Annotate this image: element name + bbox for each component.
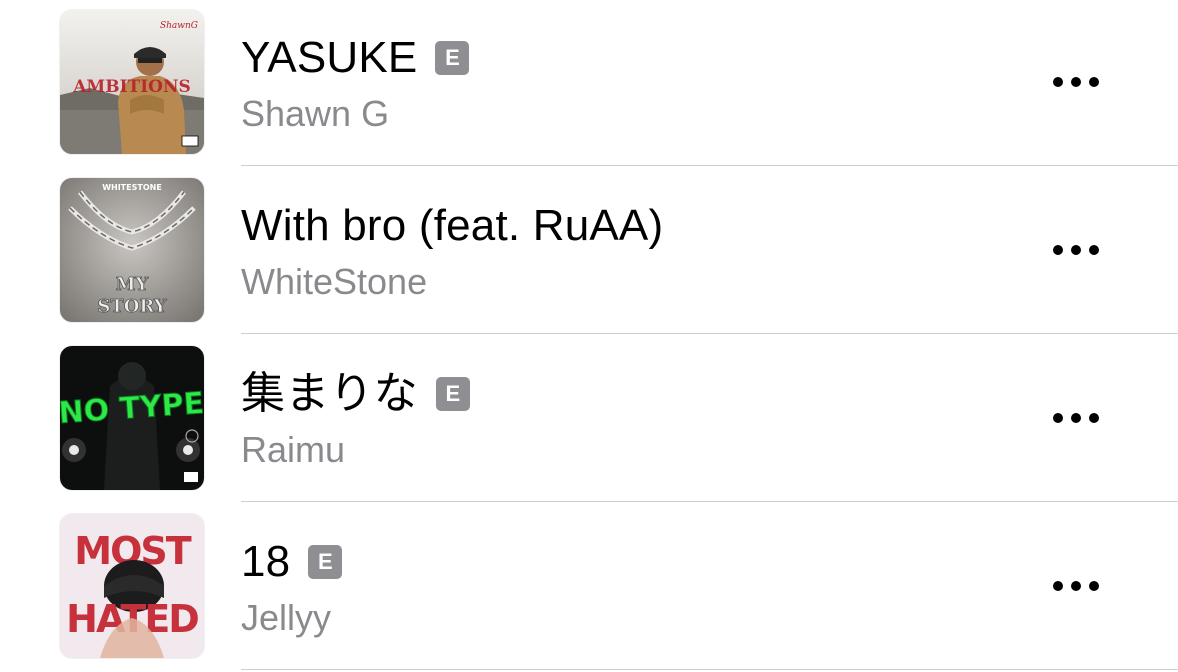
row-separator	[241, 333, 1178, 334]
track-artist: Raimu	[241, 429, 346, 470]
track-row[interactable]: MOST HATED 18 E Jellyy	[0, 504, 1178, 672]
track-row[interactable]: WHITESTONE MY STORY With bro (feat. RuAA…	[0, 168, 1178, 336]
row-separator	[241, 501, 1178, 502]
track-title: With bro (feat. RuAA)	[241, 201, 664, 250]
svg-text:ShawnG: ShawnG	[160, 21, 198, 31]
track-title: 集まりな	[241, 369, 418, 418]
album-art-my-story[interactable]: WHITESTONE MY STORY	[60, 178, 204, 322]
track-title: 18	[241, 537, 291, 586]
track-row[interactable]: NO TYPE 集まりな E Raimu	[0, 336, 1178, 504]
track-row[interactable]: AMBITIONS ShawnG YASUKE E Shawn G	[0, 0, 1178, 168]
track-title-line: 集まりな E	[241, 366, 470, 422]
track-title: YASUKE	[241, 33, 418, 82]
explicit-badge: E	[308, 545, 343, 579]
row-separator	[241, 165, 1178, 166]
explicit-badge: E	[435, 377, 470, 411]
ellipsis-icon[interactable]	[1040, 58, 1112, 106]
track-artist: WhiteStone	[241, 261, 428, 302]
svg-text:WHITESTONE: WHITESTONE	[102, 183, 162, 192]
album-art-yasuke[interactable]: AMBITIONS ShawnG	[60, 10, 204, 154]
album-art-no-type[interactable]: NO TYPE	[60, 346, 204, 490]
ellipsis-icon[interactable]	[1040, 226, 1112, 274]
row-separator	[241, 669, 1178, 670]
svg-text:STORY: STORY	[97, 296, 167, 317]
svg-text:MY: MY	[116, 274, 150, 295]
svg-text:AMBITIONS: AMBITIONS	[72, 77, 191, 97]
track-title-line: With bro (feat. RuAA)	[241, 198, 663, 254]
track-title-line: YASUKE E	[241, 30, 470, 86]
explicit-badge: E	[435, 41, 470, 75]
album-art-most-hated[interactable]: MOST HATED	[60, 514, 204, 658]
track-artist: Shawn G	[241, 93, 390, 134]
track-title-line: 18 E	[241, 534, 343, 590]
ellipsis-icon[interactable]	[1040, 562, 1112, 610]
track-list: AMBITIONS ShawnG YASUKE E Shawn G WHITES…	[0, 0, 1178, 672]
ellipsis-icon[interactable]	[1040, 394, 1112, 442]
track-artist: Jellyy	[241, 597, 332, 638]
